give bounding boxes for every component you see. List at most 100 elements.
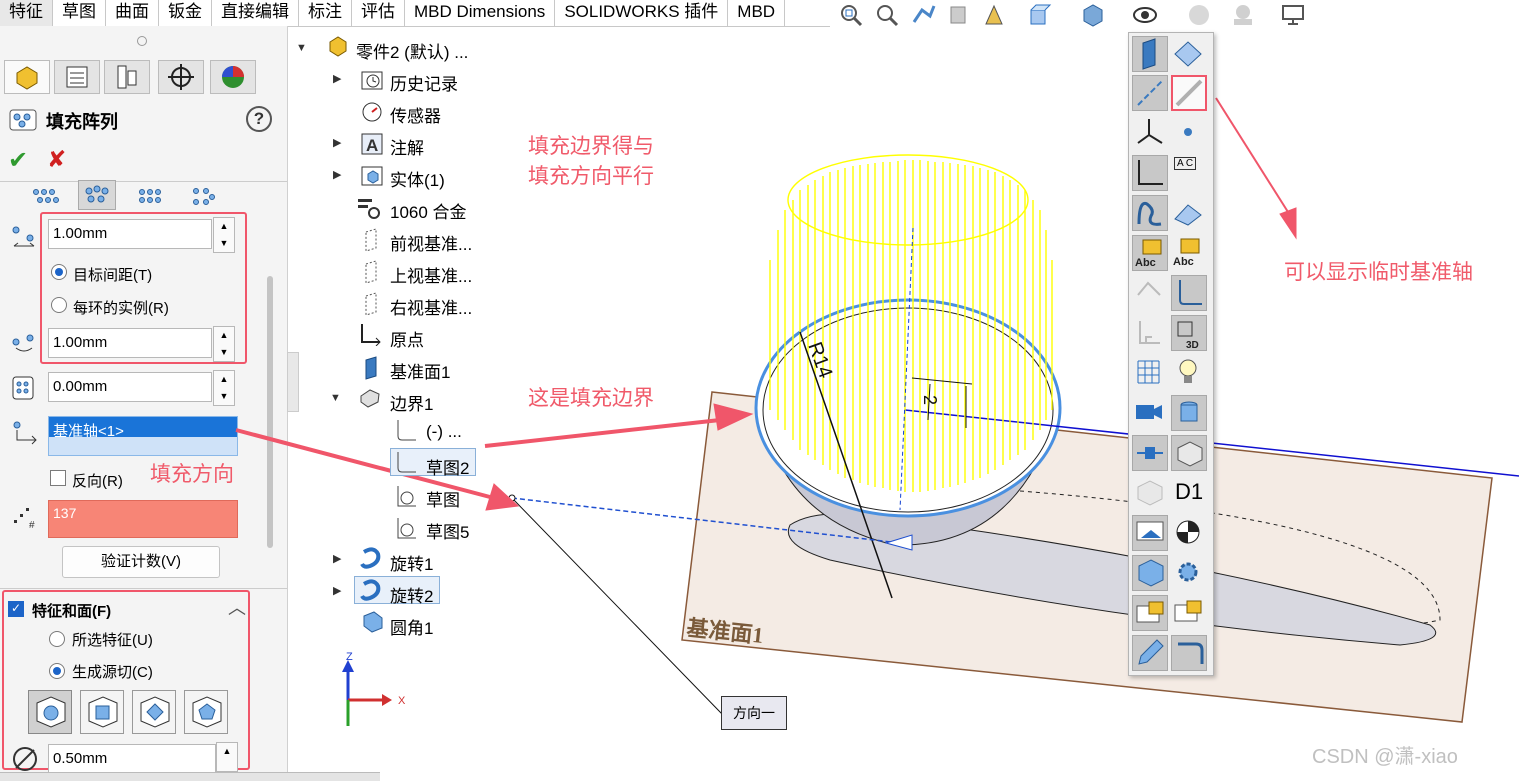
view-points-button[interactable] [1171,115,1207,151]
svg-text:Abc: Abc [1173,256,1194,268]
view-weld-beads-button[interactable] [1132,435,1168,471]
view-dimension-names-button[interactable]: A C [1171,155,1207,191]
graphics-viewport[interactable]: R14 2 基准面1 Z X [0,0,1519,780]
view-3d-sketch-planes-button[interactable]: 3D [1171,315,1207,351]
annotations-icon: A [361,133,383,155]
bodies-icon [1138,559,1164,587]
tree-item-right-plane[interactable]: 右视基准... [390,294,472,319]
view-sketch-dimensions-button[interactable] [1132,275,1168,311]
tree-expand-arrow[interactable]: ▶ [333,584,341,597]
tree-item-front-plane[interactable]: 前视基准... [390,230,472,255]
tree-item-plane1[interactable]: 基准面1 [390,358,450,383]
gear-icon [1178,562,1198,582]
tree-item-revolve1[interactable]: 旋转1 [390,550,433,575]
tree-item-material[interactable]: 1060 合金 [390,198,467,223]
tree-expand-arrow[interactable]: ▶ [333,72,341,85]
tree-collapse-arrow[interactable]: ▼ [330,392,341,404]
part-icon [329,36,347,57]
abc-label: A C [1174,157,1197,170]
tree-item-fillet1[interactable]: 圆角1 [390,614,433,639]
tree-item-sketch-minus[interactable]: (-) ... [426,422,462,442]
tree-root-part[interactable]: 零件2 (默认) ... [356,38,468,63]
view-dimxpert-button[interactable]: Abc [1171,235,1207,271]
view-mates-button[interactable] [1132,515,1168,551]
view-grid-button[interactable] [1132,355,1168,391]
view-temporary-axes-button[interactable] [1171,75,1207,111]
tree-item-sensors[interactable]: 传感器 [390,102,441,127]
tree-item-revolve2[interactable]: 旋转2 [390,582,433,607]
view-sheet-metal-button[interactable] [1171,635,1207,671]
svg-text:Abc: Abc [1135,257,1156,269]
annotation-boundary-parallel-1: 填充边界得与 [528,135,654,158]
direction-callout[interactable]: 方向一 [721,696,787,730]
coordinate-triad: Z X [342,651,406,726]
view-dimension-labels-button[interactable]: D1 [1171,475,1207,511]
box-icon [1177,441,1203,467]
tree-item-sketch2[interactable]: 草图2 [426,454,469,479]
sketch-icon [397,486,416,507]
view-coordinate-systems-button[interactable] [1132,155,1168,191]
cylinder-icon [1180,401,1198,422]
tree-item-sketch[interactable]: 草图 [426,486,460,511]
view-sketch-relations-button[interactable] [1132,315,1168,351]
center-of-mass-icon [1176,520,1200,544]
tree-item-boundary1[interactable]: 边界1 [390,390,433,415]
tree-collapse-arrow[interactable]: ▼ [296,42,307,54]
view-routing-button[interactable] [1171,395,1207,431]
tree-expand-arrow[interactable]: ▶ [333,168,341,181]
view-sketch-edit-button[interactable] [1132,635,1168,671]
camera-icon [1136,405,1162,419]
view-sketch-relations-3d-button[interactable] [1171,435,1207,471]
display-pane-icon [1136,521,1164,541]
tree-item-history[interactable]: 历史记录 [390,70,458,95]
point-icon [1184,128,1192,136]
view-lights-button[interactable] [1171,355,1207,391]
solid-bodies-icon [361,166,383,186]
plane-icon [1142,38,1156,70]
annotation-fill-boundary: 这是填充边界 [528,387,654,410]
view-curves-button[interactable] [1132,195,1168,231]
history-icon [361,71,383,90]
view-sketches-button[interactable] [1171,275,1207,311]
decal-icon [1137,480,1163,506]
view-envelope-button[interactable] [1132,595,1168,631]
material-icon [358,199,380,219]
view-bodies-button[interactable] [1132,555,1168,591]
axis-icon [1137,80,1163,106]
hide-show-items-flyout: A C Abc Abc 3D D1 [1128,32,1214,676]
view-decals-button[interactable] [1132,475,1168,511]
view-gears-button[interactable] [1171,555,1207,591]
view-parting-lines-button[interactable] [1171,195,1207,231]
annotation-fill-direction: 填充方向 [150,463,234,486]
grid-plane-icon [1174,41,1202,67]
relation-icon [1139,321,1160,344]
surface-icon [1174,204,1202,226]
view-planes-button[interactable] [1132,36,1168,72]
sensor-icon [362,102,382,122]
tree-item-sketch5[interactable]: 草图5 [426,518,469,543]
tree-item-annotations[interactable]: 注解 [390,134,424,159]
sketch-icon [397,452,416,473]
revolve-icon [360,547,381,569]
view-envelope-2-button[interactable] [1171,595,1207,631]
light-bulb-icon [1179,359,1197,383]
annotation-abc-icon: Abc [1135,239,1162,269]
origin-axes-icon [1137,119,1163,144]
view-axes-button[interactable] [1132,75,1168,111]
tree-item-solid-bodies[interactable]: 实体(1) [390,166,445,191]
tree-item-origin[interactable]: 原点 [390,326,424,351]
sketch-dimension-text: 2 [920,395,940,405]
sheet-metal-icon [1178,642,1204,664]
view-all-planes-button[interactable] [1171,36,1207,72]
watermark: CSDN @潇-xiao [1312,746,1458,768]
view-annotations-button[interactable]: Abc [1132,235,1168,271]
view-cameras-button[interactable] [1132,395,1168,431]
tree-expand-arrow[interactable]: ▶ [333,552,341,565]
view-origins-button[interactable] [1132,115,1168,151]
tree-item-top-plane[interactable]: 上视基准... [390,262,472,287]
view-center-of-mass-button[interactable] [1171,515,1207,551]
fillet-icon [363,611,383,633]
envelope-icon [1136,601,1164,623]
boundary-icon [360,389,380,408]
tree-expand-arrow[interactable]: ▶ [333,136,341,149]
